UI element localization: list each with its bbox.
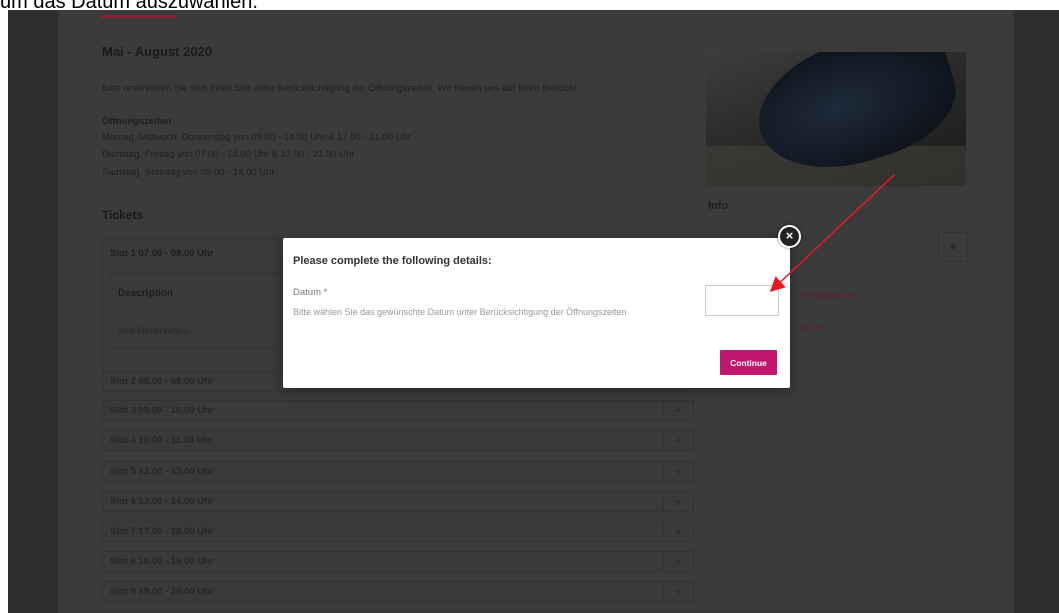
ticket-slot[interactable]: Slot 3 09.00 - 10.00 Uhr + xyxy=(102,400,694,421)
info-title: Info xyxy=(708,200,729,212)
slot-label: Slot 2 08.00 - 09.00 Uhr xyxy=(110,376,214,387)
ticket-slot[interactable]: Slot 8 18.00 - 19.00 Uhr + xyxy=(102,551,694,572)
page-margin-left xyxy=(8,10,58,613)
info-text: e xyxy=(800,254,806,265)
slot-label: Slot 4 10.00 - 11.00 Uhr xyxy=(110,435,213,446)
slot-label: Slot 9 19.00 - 20.00 Uhr xyxy=(110,586,214,597)
ticket-slot[interactable]: Slot 7 17.00 - 18.00 Uhr + xyxy=(102,521,694,542)
expand-plus-icon[interactable]: + xyxy=(663,521,693,542)
hours-title: Öffnungszeiten xyxy=(102,116,172,127)
expand-plus-icon[interactable]: + xyxy=(663,491,693,512)
page-margin-right xyxy=(1014,10,1059,613)
map-pin-icon[interactable]: ● xyxy=(938,232,968,262)
accent-divider xyxy=(100,15,176,18)
ticket-slot[interactable]: Slot 6 13.00 - 14.00 Uhr + xyxy=(102,491,694,512)
caption-text: um das Datum auszuwählen. xyxy=(0,0,258,13)
ticket-slot[interactable]: Slot 9 19.00 - 20.00 Uhr + xyxy=(102,581,694,602)
slot-label: Slot 6 13.00 - 14.00 Uhr xyxy=(110,496,214,507)
season-title: Mai - August 2020 xyxy=(102,44,213,59)
intro-text: Bitte reservieren Sie sich Ihren Slot un… xyxy=(102,83,577,94)
slot-label: Slot 3 09.00 - 10.00 Uhr xyxy=(110,405,214,416)
description-header: Description xyxy=(118,288,174,299)
expand-plus-icon[interactable]: + xyxy=(663,551,693,572)
hours-line: Montag, Mittwoch, Donnerstag von 09.00 -… xyxy=(102,132,411,143)
expand-plus-icon[interactable]: + xyxy=(663,400,693,421)
datum-label: Datum * xyxy=(293,287,328,298)
ticket-slot[interactable]: Slot 5 12.00 - 13.00 Uhr + xyxy=(102,461,694,482)
expand-plus-icon[interactable]: + xyxy=(663,430,693,451)
ticket-slot[interactable]: Slot 4 10.00 - 11.00 Uhr + xyxy=(102,430,694,451)
datum-help-text: Bitte wählen Sie das gewünschte Datum un… xyxy=(293,307,627,317)
expand-plus-icon[interactable]: + xyxy=(663,461,693,482)
email-link[interactable]: ce.ch xyxy=(800,322,823,333)
hours-line: Samstag, Sonntag von 09.00 - 14.00 Uhr xyxy=(102,167,275,178)
slot-label: Slot 8 18.00 - 19.00 Uhr xyxy=(110,556,214,567)
tickets-title: Tickets xyxy=(102,208,144,222)
slot-label: Slot 5 12.00 - 13.00 Uhr xyxy=(110,466,214,477)
datum-input[interactable] xyxy=(705,285,779,316)
expand-plus-icon[interactable]: + xyxy=(663,581,693,602)
details-modal: Please complete the following details: D… xyxy=(283,238,790,388)
slot-label: Slot 1 07.00 - 08.00 Uhr xyxy=(110,248,214,259)
close-icon[interactable]: × xyxy=(778,225,801,248)
event-photo xyxy=(706,52,966,186)
slot-label: Slot 7 17.00 - 18.00 Uhr xyxy=(110,526,214,537)
hours-line: Dienstag, Freitag von 07.00 - 14.00 Uhr … xyxy=(102,149,355,160)
modal-title: Please complete the following details: xyxy=(293,255,492,267)
continue-button[interactable]: Continue xyxy=(720,350,777,375)
website-link[interactable]: ss-palace.ch/ xyxy=(800,290,856,301)
description-value: Slot-Reservation xyxy=(118,326,189,337)
